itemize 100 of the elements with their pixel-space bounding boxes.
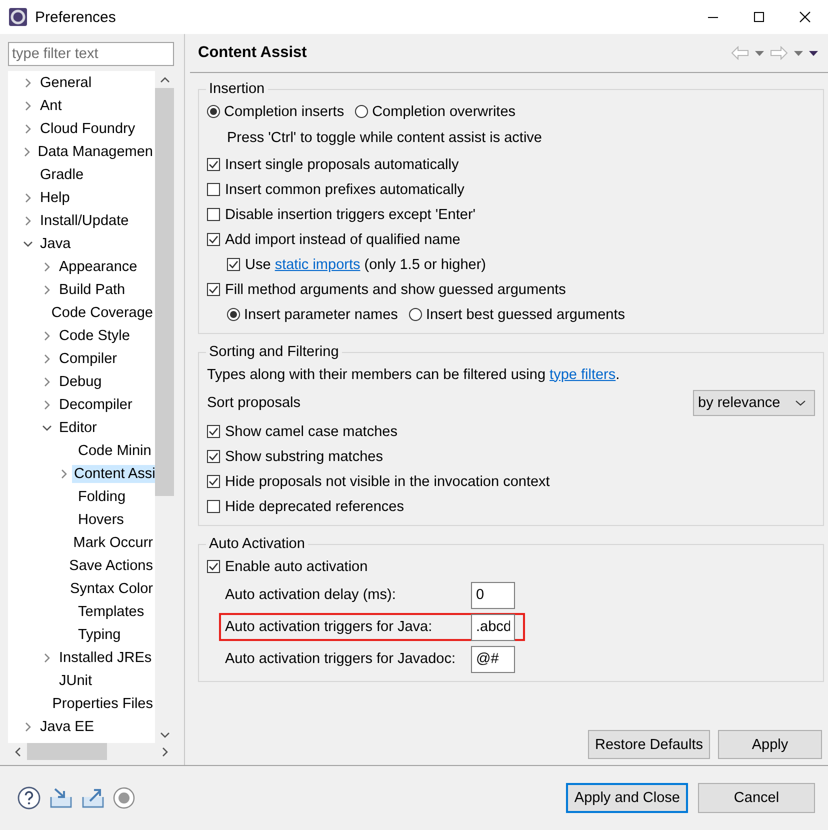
- tree-item[interactable]: Templates: [76, 602, 146, 620]
- chevron-right-icon[interactable]: [43, 262, 51, 272]
- field-label: Auto activation triggers for Javadoc:: [225, 651, 457, 667]
- app-icon: [8, 7, 28, 27]
- group-title: Insertion: [208, 81, 266, 97]
- tree-item[interactable]: Installed JREs: [57, 648, 154, 666]
- tree-item[interactable]: Install/Update: [38, 212, 131, 230]
- checkbox-label: Add import instead of qualified name: [225, 232, 460, 248]
- tree-item[interactable]: Build Path: [57, 280, 128, 298]
- checkbox[interactable]: [207, 283, 220, 296]
- tree-item[interactable]: Java EE: [38, 718, 96, 736]
- tree-item[interactable]: Ant: [38, 96, 64, 114]
- radio-button[interactable]: [355, 105, 368, 118]
- tree-item[interactable]: Decompiler: [57, 396, 134, 414]
- checkbox[interactable]: [207, 158, 220, 171]
- caret-icon[interactable]: [755, 50, 764, 56]
- filter-field[interactable]: type filter text: [8, 42, 174, 66]
- checkbox[interactable]: [207, 500, 220, 513]
- forward-arrow-icon[interactable]: [770, 46, 788, 60]
- chevron-right-icon[interactable]: [24, 192, 32, 202]
- tree-item[interactable]: Appearance: [57, 258, 140, 276]
- checkbox[interactable]: [207, 560, 220, 573]
- restore-defaults-button[interactable]: Restore Defaults: [588, 730, 710, 759]
- chevron-right-icon[interactable]: [24, 78, 32, 88]
- tree-item[interactable]: Gradle: [38, 166, 86, 184]
- checkbox-label: Insert common prefixes automatically: [225, 182, 464, 198]
- dropdown[interactable]: by relevance: [693, 390, 815, 416]
- link[interactable]: static imports: [274, 256, 360, 272]
- tree-item[interactable]: Properties Files: [50, 694, 155, 712]
- checkbox-label: Use static imports (only 1.5 or higher): [245, 256, 486, 272]
- tree-item[interactable]: Hovers: [76, 510, 126, 528]
- tree-item[interactable]: Cloud Foundry: [38, 120, 138, 138]
- import-icon[interactable]: [49, 787, 73, 809]
- tree-item[interactable]: Syntax Color: [68, 580, 155, 598]
- chevron-right-icon[interactable]: [43, 354, 51, 364]
- chevron-down-icon[interactable]: [42, 424, 52, 432]
- tree-item[interactable]: Content Assi: [72, 464, 155, 482]
- text-field[interactable]: @#: [471, 646, 515, 672]
- checkbox[interactable]: [207, 208, 220, 221]
- back-arrow-icon[interactable]: [731, 46, 749, 60]
- tree-item[interactable]: Data Managemen: [36, 142, 155, 160]
- radio-button[interactable]: [227, 308, 240, 321]
- link[interactable]: type filters: [550, 366, 616, 382]
- scroll-thumb[interactable]: [155, 88, 174, 496]
- chevron-down-icon[interactable]: [23, 240, 33, 248]
- caret-icon[interactable]: [794, 50, 803, 56]
- chevron-right-icon[interactable]: [24, 216, 32, 226]
- window-title: Preferences: [35, 8, 116, 26]
- tree-item[interactable]: Code Style: [57, 326, 132, 344]
- menu-icon[interactable]: [809, 50, 818, 56]
- chevron-right-icon[interactable]: [43, 376, 51, 386]
- checkbox[interactable]: [207, 233, 220, 246]
- scroll-thumb[interactable]: [27, 743, 107, 760]
- tree-item[interactable]: Editor: [57, 418, 99, 436]
- tree-item[interactable]: Folding: [76, 488, 128, 506]
- checkbox[interactable]: [207, 183, 220, 196]
- text-field[interactable]: 0: [471, 582, 515, 608]
- record-icon[interactable]: [113, 787, 135, 809]
- chevron-right-icon[interactable]: [24, 722, 32, 732]
- chevron-right-icon[interactable]: [43, 400, 51, 410]
- tree-item[interactable]: Typing: [76, 626, 123, 644]
- export-icon[interactable]: [81, 787, 105, 809]
- tree-item[interactable]: Debug: [57, 372, 104, 390]
- tree-item[interactable]: Code Coverage: [49, 304, 155, 322]
- checkbox[interactable]: [227, 258, 240, 271]
- cancel-button[interactable]: Cancel: [698, 783, 815, 813]
- field-label: Sort proposals: [207, 395, 300, 411]
- apply-and-close-button[interactable]: Apply and Close: [566, 783, 688, 813]
- help-icon[interactable]: [17, 786, 41, 810]
- group-title: Sorting and Filtering: [208, 344, 340, 360]
- tree-item[interactable]: General: [38, 74, 94, 92]
- chevron-right-icon[interactable]: [43, 284, 51, 294]
- chevron-right-icon[interactable]: [22, 146, 31, 156]
- tree-item[interactable]: Compiler: [57, 350, 120, 368]
- chevron-down-icon: [795, 400, 806, 406]
- radio-label: Insert best guessed arguments: [426, 306, 626, 322]
- radio-button[interactable]: [408, 308, 422, 321]
- chevron-right-icon[interactable]: [60, 468, 68, 478]
- description-text: Types along with their members can be filtered using type filters.: [207, 366, 620, 382]
- chevron-right-icon[interactable]: [43, 330, 51, 340]
- group-title: Auto Activation: [208, 536, 306, 552]
- tree-item[interactable]: Mark Occurr: [71, 534, 155, 552]
- checkbox[interactable]: [207, 450, 220, 463]
- checkbox[interactable]: [207, 425, 220, 438]
- tree-item[interactable]: Java: [38, 234, 73, 252]
- tree-item[interactable]: Code Minin: [76, 442, 154, 460]
- page-title: Content Assist: [198, 44, 307, 62]
- tree-item[interactable]: JUnit: [57, 672, 94, 690]
- tree-item[interactable]: Help: [38, 188, 72, 206]
- checkbox[interactable]: [207, 475, 220, 488]
- checkbox-label: Insert single proposals automatically: [225, 156, 459, 172]
- hint-text: Press 'Ctrl' to toggle while content assist is active: [227, 130, 542, 146]
- chevron-right-icon[interactable]: [24, 124, 32, 134]
- radio-button[interactable]: [207, 105, 220, 118]
- apply-button[interactable]: Apply: [718, 730, 822, 759]
- chevron-right-icon[interactable]: [43, 652, 51, 662]
- checkbox-label: Show camel case matches: [225, 424, 398, 440]
- tree-item[interactable]: Save Actions: [67, 556, 155, 574]
- chevron-right-icon[interactable]: [24, 100, 32, 110]
- checkbox-label: Disable insertion triggers except 'Enter': [225, 206, 476, 222]
